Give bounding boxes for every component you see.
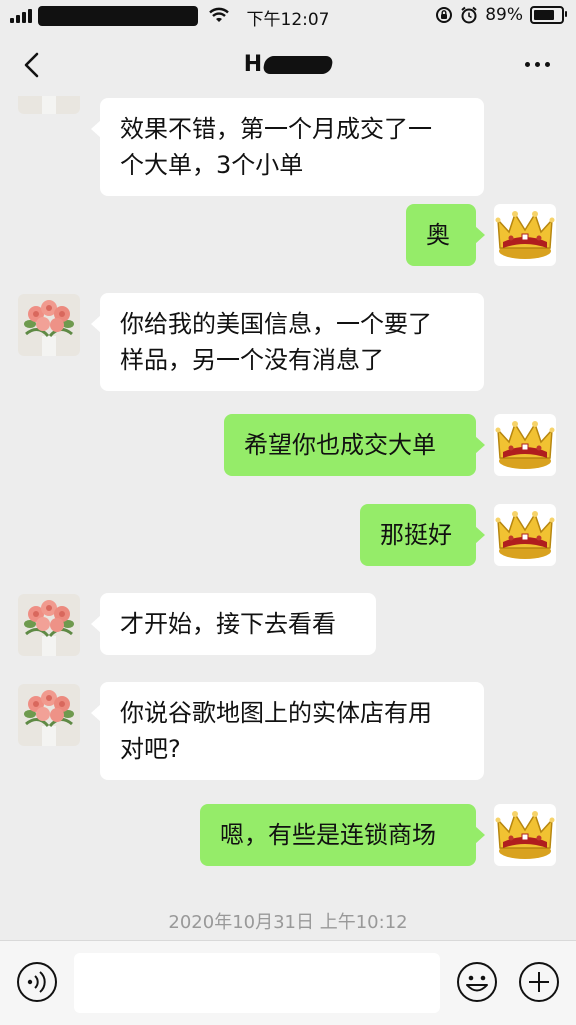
message-list[interactable]: 效果不错，第一个月成交了一 个大单，3个小单 奥 你给我的美国信息，一个要了 样…	[0, 96, 576, 940]
voice-icon[interactable]	[16, 961, 58, 1003]
name-redaction	[262, 56, 335, 74]
message-text-line: 你说谷歌地图上的实体店有用	[120, 699, 432, 727]
chat-header: H	[0, 32, 576, 96]
message-bubble-incoming[interactable]: 你给我的美国信息，一个要了 样品，另一个没有消息了	[91, 293, 484, 391]
message-bubble-incoming[interactable]: 才开始，接下去看看	[91, 593, 376, 655]
message-input[interactable]	[74, 953, 440, 1013]
plus-icon[interactable]	[518, 961, 560, 1003]
message-text-line: 那挺好	[380, 521, 452, 549]
message-timestamp: 2020年10月31日 上午10:12	[168, 912, 408, 933]
message-text-line: 希望你也成交大单	[244, 431, 436, 459]
contact-avatar[interactable]	[18, 96, 80, 114]
message-text-line: 才开始，接下去看看	[120, 610, 336, 638]
message-text-line: 嗯，有些是连锁商场	[220, 821, 436, 849]
message-text-line: 你给我的美国信息，一个要了	[120, 310, 432, 338]
emoji-icon[interactable]	[456, 961, 498, 1003]
self-avatar[interactable]	[494, 414, 556, 476]
message-text-line: 对吧?	[120, 735, 181, 763]
contact-avatar[interactable]	[18, 684, 80, 746]
more-dots-icon[interactable]	[525, 62, 550, 67]
contact-avatar[interactable]	[18, 294, 80, 356]
message-bubble-outgoing[interactable]: 嗯，有些是连锁商场	[200, 804, 485, 866]
alarm-icon	[461, 6, 477, 24]
contact-avatar[interactable]	[18, 594, 80, 656]
self-avatar[interactable]	[494, 804, 556, 866]
message-bubble-outgoing[interactable]: 希望你也成交大单	[224, 414, 485, 476]
contact-name: H	[243, 52, 263, 77]
message-text-line: 个大单，3个小单	[120, 151, 304, 179]
status-bar: 下午12:07 89%	[0, 0, 576, 32]
message-text-line: 效果不错，第一个月成交了一	[120, 115, 432, 143]
self-avatar[interactable]	[494, 204, 556, 266]
chat-title: H	[0, 52, 576, 77]
battery-icon	[530, 6, 567, 24]
battery-percent: 89%	[485, 5, 523, 25]
input-bar	[0, 940, 576, 1025]
self-avatar[interactable]	[494, 504, 556, 566]
message-bubble-outgoing[interactable]: 奥	[406, 204, 485, 266]
orientation-lock-icon	[436, 7, 453, 23]
message-bubble-outgoing[interactable]: 那挺好	[360, 504, 485, 566]
message-text-line: 样品，另一个没有消息了	[120, 346, 384, 374]
message-bubble-incoming[interactable]: 效果不错，第一个月成交了一 个大单，3个小单	[91, 98, 484, 196]
message-bubble-incoming[interactable]: 你说谷歌地图上的实体店有用 对吧?	[91, 682, 484, 780]
message-text-line: 奥	[426, 221, 450, 249]
